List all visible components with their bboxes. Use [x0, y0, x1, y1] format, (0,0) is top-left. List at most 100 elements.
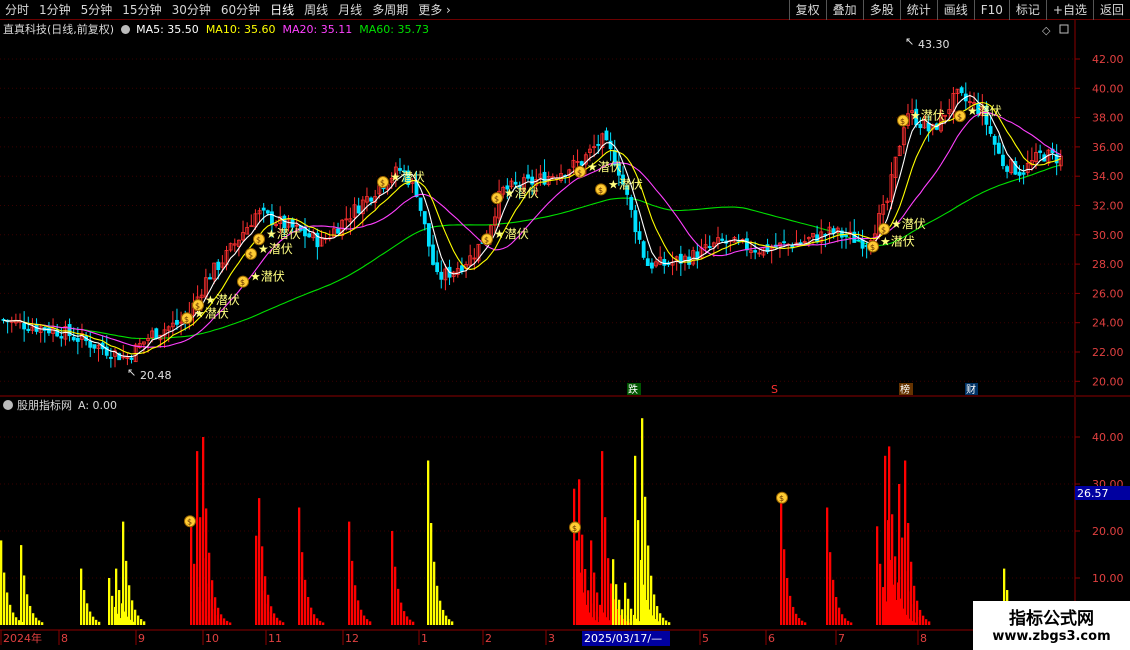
money-bag-glyph: $ — [240, 278, 245, 287]
indicator-bar — [15, 617, 18, 625]
indicator-bar — [348, 521, 351, 625]
indicator-bar — [140, 619, 143, 625]
indicator-bar — [35, 617, 38, 625]
indicator-bar — [879, 563, 882, 625]
price-tick-label: 28.00 — [1092, 258, 1124, 271]
indicator-bar — [656, 606, 659, 625]
indicator-bar — [316, 618, 319, 625]
indicator-bar — [653, 594, 656, 625]
candle-body — [422, 211, 427, 225]
indicator-bar — [366, 619, 369, 625]
indicator-bar — [835, 596, 838, 625]
price-tick-label: 34.00 — [1092, 170, 1124, 183]
indicator-bar — [919, 609, 922, 625]
indicator-bar — [668, 622, 671, 625]
indicator-bar — [23, 575, 26, 625]
candle-body — [1038, 150, 1043, 153]
candle-body — [435, 262, 440, 273]
candle-body — [856, 239, 861, 242]
candle-body — [596, 144, 601, 146]
indicator-name[interactable]: 股朋指标网 — [17, 397, 72, 413]
indicator-bar — [3, 572, 6, 625]
indicator-bar — [922, 615, 925, 625]
price-tick-label: 36.00 — [1092, 141, 1124, 154]
low-price-label: 20.48 — [140, 369, 172, 382]
candle-body — [992, 135, 997, 145]
signal-label: ★潜伏 — [390, 170, 425, 184]
indicator-bar — [301, 552, 304, 625]
indicator-bar — [143, 621, 146, 625]
indicator-bar — [363, 615, 366, 625]
candle-body — [918, 123, 923, 129]
indicator-value: A: 0.00 — [78, 398, 118, 412]
date-tick-label: 8 — [920, 632, 927, 645]
indicator-bar — [122, 521, 125, 625]
indicator-bar — [607, 558, 610, 625]
price-tick-label: 26.00 — [1092, 287, 1124, 300]
indicator-bar — [578, 479, 581, 625]
indicator-bar — [86, 603, 89, 625]
indicator-bar — [928, 621, 931, 625]
money-bag-glyph: $ — [380, 179, 385, 188]
indicator-bar — [898, 484, 901, 625]
price-tick-label: 32.00 — [1092, 200, 1124, 213]
indicator-bar — [904, 460, 907, 625]
indicator-bar — [581, 534, 584, 625]
indicator-bar — [80, 568, 83, 625]
candle-body — [88, 340, 93, 348]
indicator-bar — [412, 621, 415, 625]
indicator-bar — [442, 609, 445, 625]
indicator-bar — [847, 620, 850, 625]
signal-label: ★潜伏 — [266, 227, 301, 241]
indicator-bar — [792, 606, 795, 625]
indicator-bar — [205, 508, 208, 625]
indicator-bar — [786, 578, 789, 625]
candle-body — [720, 238, 725, 241]
indicator-bar — [789, 595, 792, 625]
signal-label: ★潜伏 — [504, 186, 539, 200]
date-tick-label: 2024年 — [3, 631, 42, 645]
indicator-bar — [304, 579, 307, 625]
indicator-bar — [357, 600, 360, 625]
date-tick-label: 10 — [205, 632, 219, 645]
indicator-bar — [313, 614, 316, 625]
indicator-bar — [841, 614, 844, 625]
indicator-bar — [270, 606, 273, 625]
indicator-bar — [354, 585, 357, 625]
indicator-tick-label: 40.00 — [1092, 431, 1124, 444]
candle-body — [707, 246, 712, 248]
indicator-bar — [403, 611, 406, 625]
candle-body — [798, 242, 803, 245]
indicator-settings-chevron-icon[interactable] — [3, 400, 13, 410]
indicator-bar — [448, 619, 451, 625]
date-tick-label: 8 — [61, 632, 68, 645]
indicator-bar — [369, 621, 372, 625]
candle-body — [208, 277, 212, 280]
indicator-bar — [261, 546, 264, 625]
indicator-bar — [826, 507, 829, 625]
indicator-bar — [214, 597, 217, 625]
date-tick-label: 12 — [345, 632, 359, 645]
indicator-bar — [844, 618, 847, 625]
candle-body — [307, 233, 312, 238]
candle-body — [59, 336, 64, 339]
indicator-bar — [394, 566, 397, 625]
candle-body — [216, 261, 221, 270]
event-bang-label: 榜 — [900, 383, 910, 396]
indicator-bar — [650, 575, 653, 625]
candle-body — [369, 197, 373, 202]
indicator-bar — [627, 598, 630, 625]
candle-body — [662, 259, 667, 266]
indicator-bar — [32, 613, 35, 625]
indicator-bar — [220, 614, 223, 625]
indicator-bar — [888, 446, 891, 625]
candle-body — [926, 122, 931, 132]
chart-canvas[interactable]: $ ★潜伏$ ★潜伏$ ★潜伏$ ★潜伏$ ★潜伏$ ★潜伏$ ★潜伏$ ★潜伏$ ★潜伏$ ★潜伏… — [0, 0, 1130, 650]
indicator-bar — [876, 526, 879, 625]
candle-body — [633, 210, 638, 233]
indicator-bar — [829, 552, 832, 625]
indicator-bar — [910, 561, 913, 625]
candle-body — [426, 223, 431, 247]
money-bag-glyph: $ — [900, 117, 905, 126]
signal-label: ★潜伏 — [258, 242, 293, 256]
